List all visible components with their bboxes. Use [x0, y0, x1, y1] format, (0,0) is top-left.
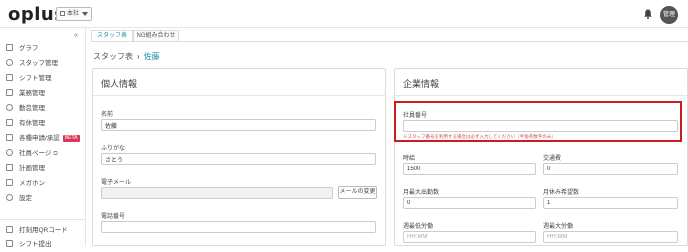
sidebar-item-label: 業務管理 [19, 90, 45, 97]
sidebar-item-label: 有休管理 [19, 120, 45, 127]
sidebar-item-label: 計画管理 [19, 165, 45, 172]
leave-icon [6, 119, 13, 126]
breadcrumb-current: 佐藤 [143, 52, 160, 61]
external-link-icon: ⧉ [53, 151, 58, 157]
name-label: 名前 [101, 112, 114, 118]
sidebar-item-graph[interactable]: グラフ [6, 42, 39, 56]
change-email-button[interactable]: メールの変更 [338, 186, 377, 199]
phone-field[interactable] [101, 221, 376, 233]
sidebar-item-settings[interactable]: 設定 [6, 192, 32, 206]
transport-cost-label: 交通費 [543, 156, 562, 162]
sidebar-item-task[interactable]: 業務管理 [6, 87, 45, 101]
plan-icon [6, 164, 13, 171]
sidebar-item-label: メガホン [19, 180, 45, 187]
breadcrumb: スタッフ表 › 佐藤 [93, 51, 160, 62]
personal-info-card: 個人情報 名前 ふりがな 電子メール メールの変更 電話番号 [92, 68, 386, 246]
personal-info-title: 個人情報 [101, 79, 138, 89]
chevron-down-icon [82, 12, 88, 16]
email-label: 電子メール [101, 180, 132, 186]
sidebar-item-employee-page[interactable]: 社員ページ ⧉ [6, 147, 58, 161]
sidebar-item-qr[interactable]: 打刻用QRコード [6, 224, 68, 238]
phone-label: 電話番号 [101, 214, 126, 220]
sidebar-item-label: 社員ページ [19, 150, 52, 157]
sidebar-item-label: 勤怠管理 [19, 105, 45, 112]
company-info-title: 企業情報 [403, 79, 440, 89]
sidebar-item-attendance[interactable]: 勤怠管理 [6, 102, 45, 116]
sidebar-item-shift[interactable]: シフト管理 [6, 72, 52, 86]
sidebar-item-plan[interactable]: 計画管理 [6, 162, 45, 176]
employee-page-icon [6, 149, 13, 156]
weekly-min-hours-label: 週最低労働 [403, 224, 434, 230]
store-select[interactable]: 本社 [56, 7, 92, 21]
sidebar-item-label: 各種申請/承認 [19, 135, 60, 142]
beta-badge: BETA [62, 135, 80, 142]
sidebar-item-label: シフト管理 [19, 75, 52, 82]
card-divider [395, 95, 687, 96]
qr-icon [6, 226, 13, 233]
hourly-wage-label: 時給 [403, 156, 416, 162]
graph-icon [6, 44, 13, 51]
transport-cost-field[interactable] [543, 163, 678, 175]
sidebar-item-label: 設定 [19, 195, 32, 202]
sidebar-item-staff[interactable]: スタッフ管理 [6, 57, 58, 71]
top-bar: oplus 本社 管理 [0, 0, 688, 28]
bell-icon[interactable] [644, 9, 652, 19]
sidebar: « グラフ スタッフ管理 シフト管理 業務管理 勤怠管理 有休管理 各種申請/承… [0, 28, 86, 248]
tab-divider [91, 41, 688, 42]
sidebar-item-leave[interactable]: 有休管理 [6, 117, 45, 131]
name-field[interactable] [101, 119, 376, 131]
chevron-right-icon: › [137, 52, 140, 61]
collapse-sidebar-icon[interactable]: « [74, 32, 78, 39]
kana-field[interactable] [101, 153, 376, 165]
clock-icon [6, 104, 13, 111]
avatar[interactable]: 管理 [660, 6, 678, 24]
approval-icon [6, 134, 13, 141]
sidebar-item-approval[interactable]: 各種申請/承認 BETA [6, 132, 80, 146]
store-select-value: 本社 [67, 11, 80, 17]
task-icon [6, 89, 13, 96]
sidebar-item-megaphone[interactable]: メガホン [6, 177, 45, 191]
weekly-min-hours-field[interactable] [403, 231, 536, 243]
hourly-wage-field[interactable] [403, 163, 536, 175]
sidebar-item-shift-submit[interactable]: シフト提出 [6, 238, 52, 252]
shift-icon [6, 74, 13, 81]
sidebar-item-label: シフト提出 [19, 241, 52, 248]
weekly-max-hours-label: 週最大労働 [543, 224, 574, 230]
kana-label: ふりがな [101, 146, 126, 152]
weekly-max-hours-field[interactable] [543, 231, 678, 243]
employee-no-highlight [394, 101, 682, 142]
max-workdays-field[interactable] [403, 197, 536, 209]
settings-icon [6, 194, 13, 201]
store-icon [60, 10, 65, 16]
sidebar-item-label: 打刻用QRコード [19, 227, 68, 234]
days-off-request-field[interactable] [543, 197, 678, 209]
sidebar-divider [0, 219, 86, 220]
staff-icon [6, 59, 13, 66]
email-field [101, 187, 333, 199]
company-info-card: 企業情報 社員番号 ※スタッフ番号を利用する場合は必ず入力してください（半角英数… [394, 68, 688, 246]
megaphone-icon [6, 179, 13, 186]
sidebar-item-label: グラフ [19, 45, 39, 52]
days-off-request-label: 月休み希望数 [543, 190, 580, 196]
sidebar-item-label: スタッフ管理 [19, 60, 58, 67]
max-workdays-label: 月最大出勤数 [403, 190, 440, 196]
card-divider [93, 95, 385, 96]
breadcrumb-parent[interactable]: スタッフ表 [93, 52, 133, 61]
